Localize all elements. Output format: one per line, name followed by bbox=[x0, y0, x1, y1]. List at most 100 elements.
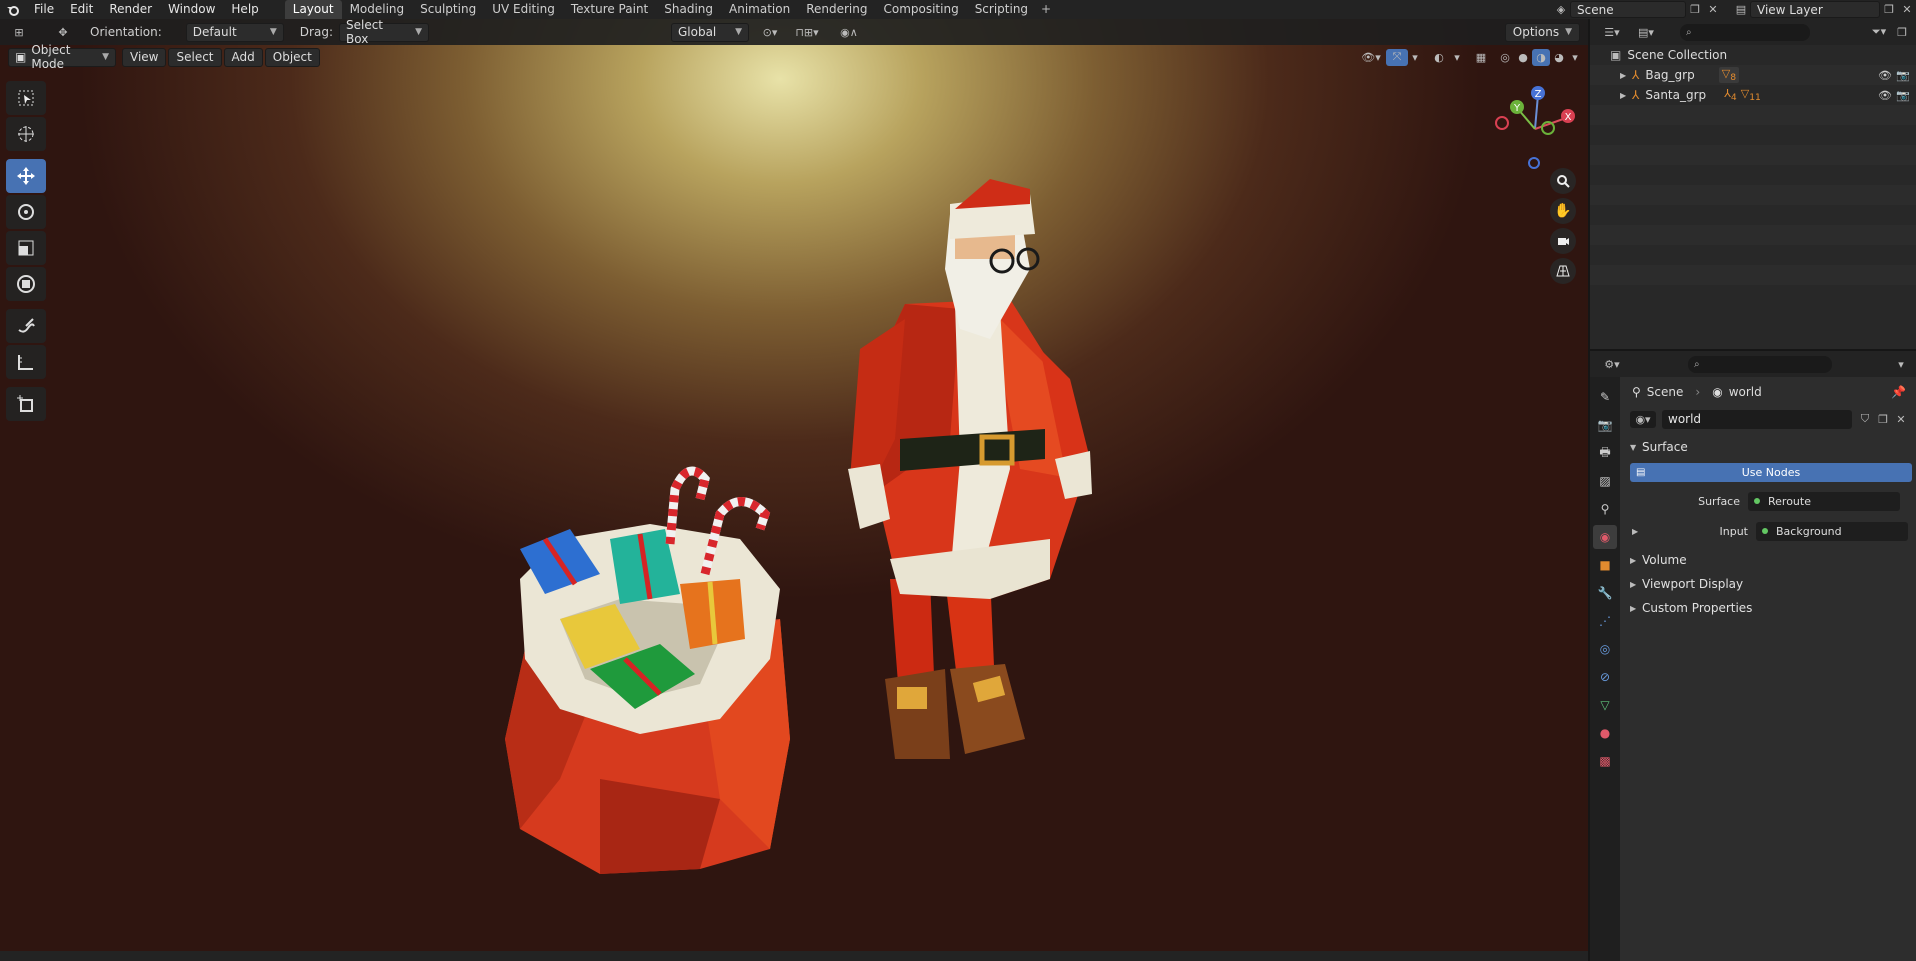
chevron-down-icon[interactable]: ▾ bbox=[1450, 49, 1464, 66]
tab-scripting[interactable]: Scripting bbox=[967, 0, 1036, 19]
scene-name-field[interactable]: Scene bbox=[1570, 1, 1686, 18]
editor-type-icon[interactable]: ⊞ bbox=[8, 24, 30, 41]
chevron-down-icon[interactable]: ▾ bbox=[1892, 356, 1910, 373]
texture-tab-icon[interactable]: ▩ bbox=[1593, 749, 1617, 773]
fake-user-icon[interactable]: ⛉ bbox=[1856, 411, 1874, 428]
annotate-tool[interactable] bbox=[6, 309, 46, 343]
filter-icon[interactable]: ⏷▾ bbox=[1866, 24, 1892, 41]
pan-hand-icon[interactable]: ✋ bbox=[1550, 198, 1576, 224]
menu-select[interactable]: Select bbox=[168, 47, 222, 67]
menu-view[interactable]: View bbox=[122, 47, 167, 67]
transform-tool[interactable] bbox=[6, 267, 46, 301]
world-name-field[interactable]: world bbox=[1662, 409, 1852, 429]
options-dropdown[interactable]: Options ▼ bbox=[1504, 22, 1580, 42]
drag-dropdown[interactable]: Select Box ▼ bbox=[338, 19, 429, 46]
visibility-icon[interactable]: 👁▾ bbox=[1356, 49, 1386, 66]
tab-sculpting[interactable]: Sculpting bbox=[412, 0, 484, 19]
surface-panel-header[interactable]: ▼ Surface bbox=[1624, 435, 1916, 459]
outliner-editor-type-icon[interactable]: ☰▾ bbox=[1598, 24, 1626, 41]
zoom-icon[interactable] bbox=[1550, 168, 1576, 194]
wireframe-shading-icon[interactable]: ◎ bbox=[1496, 49, 1514, 66]
tab-layout[interactable]: Layout bbox=[284, 0, 342, 19]
chevron-down-icon[interactable]: ▾ bbox=[1568, 49, 1582, 66]
constraints-tab-icon[interactable]: ⊘ bbox=[1593, 665, 1617, 689]
snapping-icon[interactable]: ⊓⊞▾ bbox=[785, 24, 829, 41]
mesh-children-badge[interactable]: ▽11 bbox=[1741, 87, 1761, 103]
transform-orientation-dropdown[interactable]: Global ▼ bbox=[670, 22, 749, 42]
tab-modeling[interactable]: Modeling bbox=[342, 0, 413, 19]
tool-tab-icon[interactable]: ✎ bbox=[1593, 385, 1617, 409]
display-mode-icon[interactable]: ▤▾ bbox=[1632, 24, 1660, 41]
select-box-tool[interactable] bbox=[6, 81, 46, 115]
surface-socket-field[interactable]: Reroute bbox=[1748, 491, 1900, 511]
tab-shading[interactable]: Shading bbox=[656, 0, 721, 19]
delete-scene-icon[interactable]: ✕ bbox=[1704, 1, 1722, 18]
camera-view-icon[interactable] bbox=[1550, 228, 1576, 254]
scale-tool[interactable] bbox=[6, 231, 46, 265]
modifier-tab-icon[interactable]: 🔧 bbox=[1593, 581, 1617, 605]
tab-compositing[interactable]: Compositing bbox=[875, 0, 966, 19]
pivot-point-icon[interactable]: ⊙▾ bbox=[755, 24, 785, 41]
tab-rendering[interactable]: Rendering bbox=[798, 0, 875, 19]
particles-tab-icon[interactable]: ⋰ bbox=[1593, 609, 1617, 633]
menu-help[interactable]: Help bbox=[223, 0, 266, 19]
rendered-shading-icon[interactable]: ◕ bbox=[1550, 49, 1568, 66]
eye-icon[interactable]: 👁 bbox=[1878, 89, 1892, 102]
tab-uv-editing[interactable]: UV Editing bbox=[484, 0, 563, 19]
gizmo-toggle-icon[interactable]: ⤧ bbox=[1386, 48, 1408, 66]
menu-file[interactable]: File bbox=[26, 0, 62, 19]
expand-arrow-icon[interactable]: ▶ bbox=[1620, 71, 1632, 80]
proportional-editing-icon[interactable]: ◉∧ bbox=[829, 24, 869, 41]
menu-edit[interactable]: Edit bbox=[62, 0, 101, 19]
pin-icon[interactable]: 📌 bbox=[1891, 385, 1906, 399]
menu-render[interactable]: Render bbox=[101, 0, 160, 19]
overlay-toggle-icon[interactable]: ◐ bbox=[1428, 49, 1450, 66]
orientation-dropdown[interactable]: Default ▼ bbox=[185, 22, 284, 42]
output-tab-icon[interactable]: 🖶 bbox=[1593, 441, 1617, 465]
add-workspace-button[interactable]: + bbox=[1036, 0, 1056, 19]
menu-window[interactable]: Window bbox=[160, 0, 223, 19]
menu-add[interactable]: Add bbox=[223, 47, 263, 67]
data-tab-icon[interactable]: ▽ bbox=[1593, 693, 1617, 717]
chevron-down-icon[interactable]: ▾ bbox=[1408, 49, 1422, 66]
3d-viewport[interactable]: ⊞ ✥ Orientation: Default ▼ Drag: Select B… bbox=[0, 19, 1588, 961]
object-mode-dropdown[interactable]: ▣ Object Mode ▼ bbox=[8, 43, 116, 71]
properties-editor-type-icon[interactable]: ⚙▾ bbox=[1598, 356, 1626, 373]
new-collection-icon[interactable]: ❐ bbox=[1892, 24, 1912, 41]
menu-object[interactable]: Object bbox=[264, 47, 320, 67]
perspective-toggle-icon[interactable] bbox=[1550, 258, 1576, 284]
material-tab-icon[interactable]: ● bbox=[1593, 721, 1617, 745]
scene-tab-icon[interactable]: ⚲ bbox=[1593, 497, 1617, 521]
render-tab-icon[interactable]: 📷 bbox=[1593, 413, 1617, 437]
outliner-item-santa-grp[interactable]: ▶ ⅄ Santa_grp ⅄4 ▽11 👁 📷 bbox=[1590, 85, 1916, 105]
properties-search-input[interactable]: ⌕ bbox=[1688, 355, 1832, 373]
gift-bag-model[interactable] bbox=[505, 466, 790, 874]
new-view-layer-icon[interactable]: ❐ bbox=[1880, 1, 1898, 18]
viewport-display-panel-header[interactable]: ▶ Viewport Display bbox=[1624, 572, 1916, 596]
move-tool[interactable] bbox=[6, 159, 46, 193]
physics-tab-icon[interactable]: ◎ bbox=[1593, 637, 1617, 661]
view-layer-field[interactable]: View Layer bbox=[1750, 1, 1880, 18]
expand-arrow-icon[interactable]: ▶ bbox=[1632, 527, 1644, 536]
rotate-tool[interactable] bbox=[6, 195, 46, 229]
delete-view-layer-icon[interactable]: ✕ bbox=[1898, 1, 1916, 18]
volume-panel-header[interactable]: ▶ Volume bbox=[1624, 548, 1916, 572]
tab-texture-paint[interactable]: Texture Paint bbox=[563, 0, 656, 19]
view-layer-browse-icon[interactable]: ▤ bbox=[1732, 1, 1750, 18]
mesh-children-badge[interactable]: ▽8 bbox=[1718, 66, 1740, 84]
use-nodes-button[interactable]: ▤ Use Nodes bbox=[1630, 463, 1912, 482]
scene-collection-row[interactable]: ▣ Scene Collection bbox=[1590, 45, 1916, 65]
blender-logo-icon[interactable] bbox=[0, 0, 26, 19]
object-tab-icon[interactable]: ■ bbox=[1593, 553, 1617, 577]
outliner-search-input[interactable]: ⌕ bbox=[1680, 23, 1810, 41]
expand-arrow-icon[interactable]: ▶ bbox=[1620, 91, 1632, 100]
eye-icon[interactable]: 👁 bbox=[1878, 69, 1892, 82]
world-tab-icon[interactable]: ◉ bbox=[1593, 525, 1617, 549]
render-camera-icon[interactable]: 📷 bbox=[1896, 89, 1910, 102]
custom-properties-panel-header[interactable]: ▶ Custom Properties bbox=[1624, 596, 1916, 620]
empty-children-badge[interactable]: ⅄4 bbox=[1724, 87, 1737, 103]
add-cube-tool[interactable] bbox=[6, 387, 46, 421]
outliner-item-bag-grp[interactable]: ▶ ⅄ Bag_grp ▽8 👁 📷 bbox=[1590, 65, 1916, 85]
world-browse-icon[interactable]: ◉▾ bbox=[1630, 410, 1656, 428]
duplicate-icon[interactable]: ❐ bbox=[1874, 411, 1892, 428]
